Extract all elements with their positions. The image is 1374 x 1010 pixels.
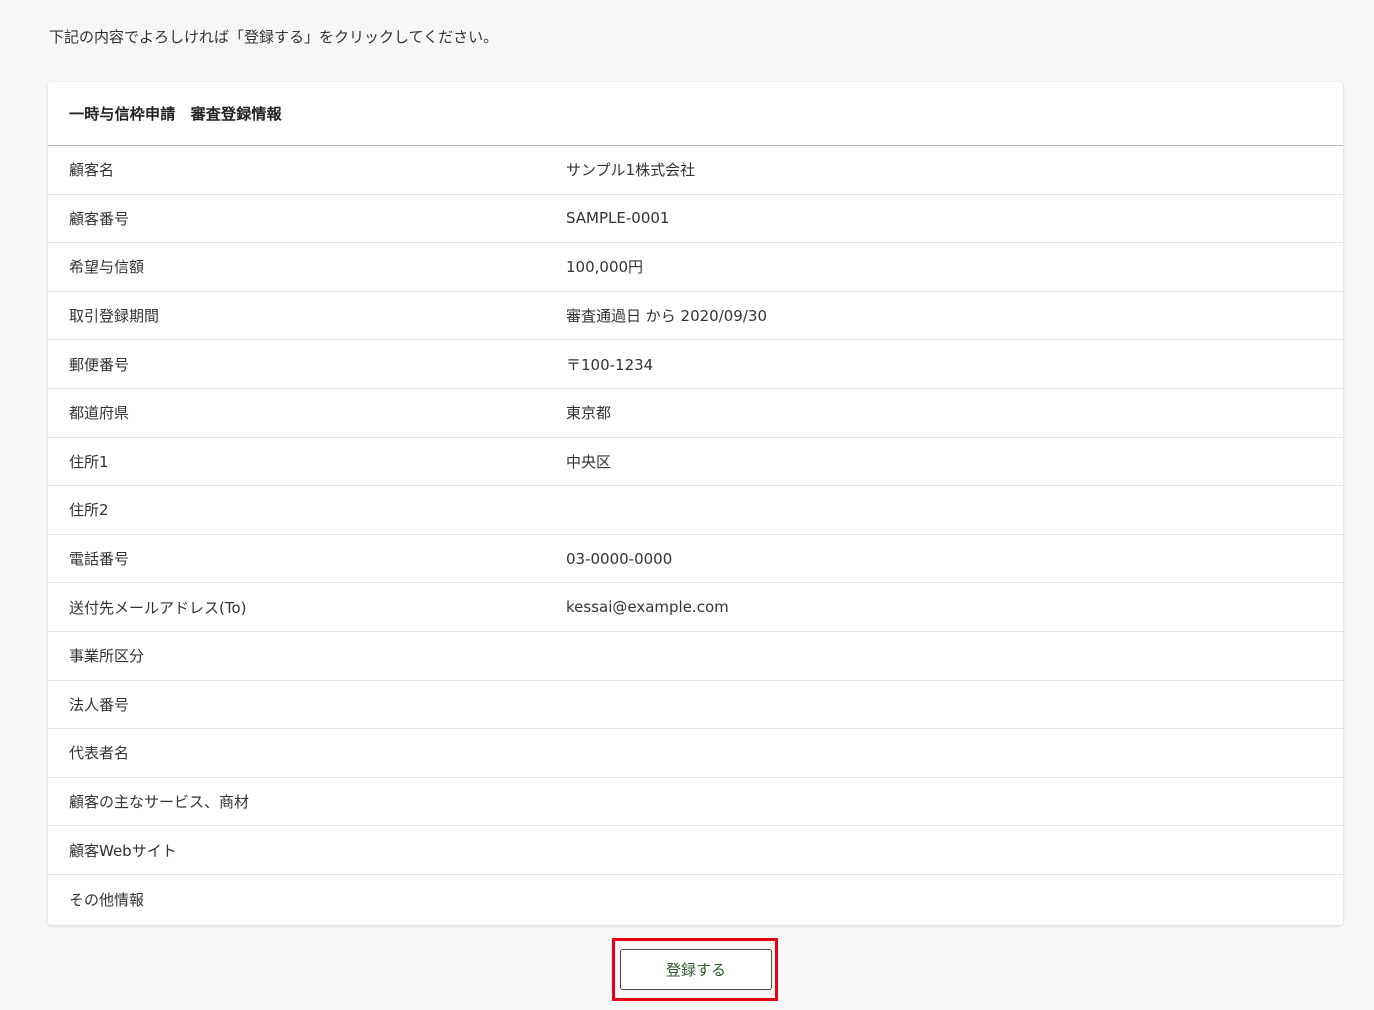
detail-row-trade-period: 取引登録期間 審査通過日 から 2020/09/30 xyxy=(48,292,1343,341)
row-value: サンプル1株式会社 xyxy=(566,161,696,180)
row-label: 顧客番号 xyxy=(69,209,130,228)
row-value: 中央区 xyxy=(566,452,612,471)
detail-row-other-info: その他情報 xyxy=(48,875,1343,924)
row-label: 住所2 xyxy=(69,501,109,520)
row-value: 100,000円 xyxy=(566,258,644,277)
row-label: 都道府県 xyxy=(69,404,130,423)
row-value: 東京都 xyxy=(566,404,612,423)
detail-row-corporate-number: 法人番号 xyxy=(48,681,1343,730)
detail-row-main-services: 顧客の主なサービス、商材 xyxy=(48,778,1343,827)
detail-row-address1: 住所1 中央区 xyxy=(48,438,1343,487)
detail-row-customer-name: 顧客名 サンプル1株式会社 xyxy=(48,146,1343,195)
detail-row-address2: 住所2 xyxy=(48,486,1343,535)
detail-row-representative: 代表者名 xyxy=(48,729,1343,778)
row-label: 顧客Webサイト xyxy=(69,841,177,860)
detail-row-email: 送付先メールアドレス(To) kessai@example.com xyxy=(48,583,1343,632)
row-label: 顧客の主なサービス、商材 xyxy=(69,793,250,812)
row-label: 顧客名 xyxy=(69,161,115,180)
review-card: 一時与信枠申請 審査登録情報 顧客名 サンプル1株式会社 顧客番号 SAMPLE… xyxy=(48,82,1343,925)
card-header: 一時与信枠申請 審査登録情報 xyxy=(48,82,1343,146)
row-label: 事業所区分 xyxy=(69,647,145,666)
confirmation-page: 下記の内容でよろしければ「登録する」をクリックしてください。 一時与信枠申請 審… xyxy=(0,0,1374,1010)
row-value: 審査通過日 から 2020/09/30 xyxy=(566,307,767,326)
detail-row-customer-number: 顧客番号 SAMPLE-0001 xyxy=(48,195,1343,244)
row-label: その他情報 xyxy=(69,890,145,909)
detail-row-postal-code: 郵便番号 〒100-1234 xyxy=(48,340,1343,389)
detail-row-website: 顧客Webサイト xyxy=(48,826,1343,875)
detail-row-credit-amount: 希望与信額 100,000円 xyxy=(48,243,1343,292)
row-label: 法人番号 xyxy=(69,695,130,714)
detail-row-prefecture: 都道府県 東京都 xyxy=(48,389,1343,438)
detail-list: 顧客名 サンプル1株式会社 顧客番号 SAMPLE-0001 希望与信額 100… xyxy=(48,146,1343,924)
row-label: 送付先メールアドレス(To) xyxy=(69,598,247,617)
detail-row-office-type: 事業所区分 xyxy=(48,632,1343,681)
row-label: 住所1 xyxy=(69,452,109,471)
row-value: 03-0000-0000 xyxy=(566,549,673,568)
row-label: 希望与信額 xyxy=(69,258,145,277)
card-title: 一時与信枠申請 審査登録情報 xyxy=(69,105,282,123)
row-value: kessai@example.com xyxy=(566,598,729,617)
row-label: 代表者名 xyxy=(69,744,130,763)
row-label: 取引登録期間 xyxy=(69,307,160,326)
row-label: 電話番号 xyxy=(69,550,130,569)
row-value: 〒100-1234 xyxy=(566,355,654,374)
instruction-text: 下記の内容でよろしければ「登録する」をクリックしてください。 xyxy=(49,28,499,46)
row-value: SAMPLE-0001 xyxy=(566,209,670,228)
register-button[interactable]: 登録する xyxy=(620,949,772,990)
detail-row-phone: 電話番号 03-0000-0000 xyxy=(48,535,1343,584)
row-label: 郵便番号 xyxy=(69,355,130,374)
